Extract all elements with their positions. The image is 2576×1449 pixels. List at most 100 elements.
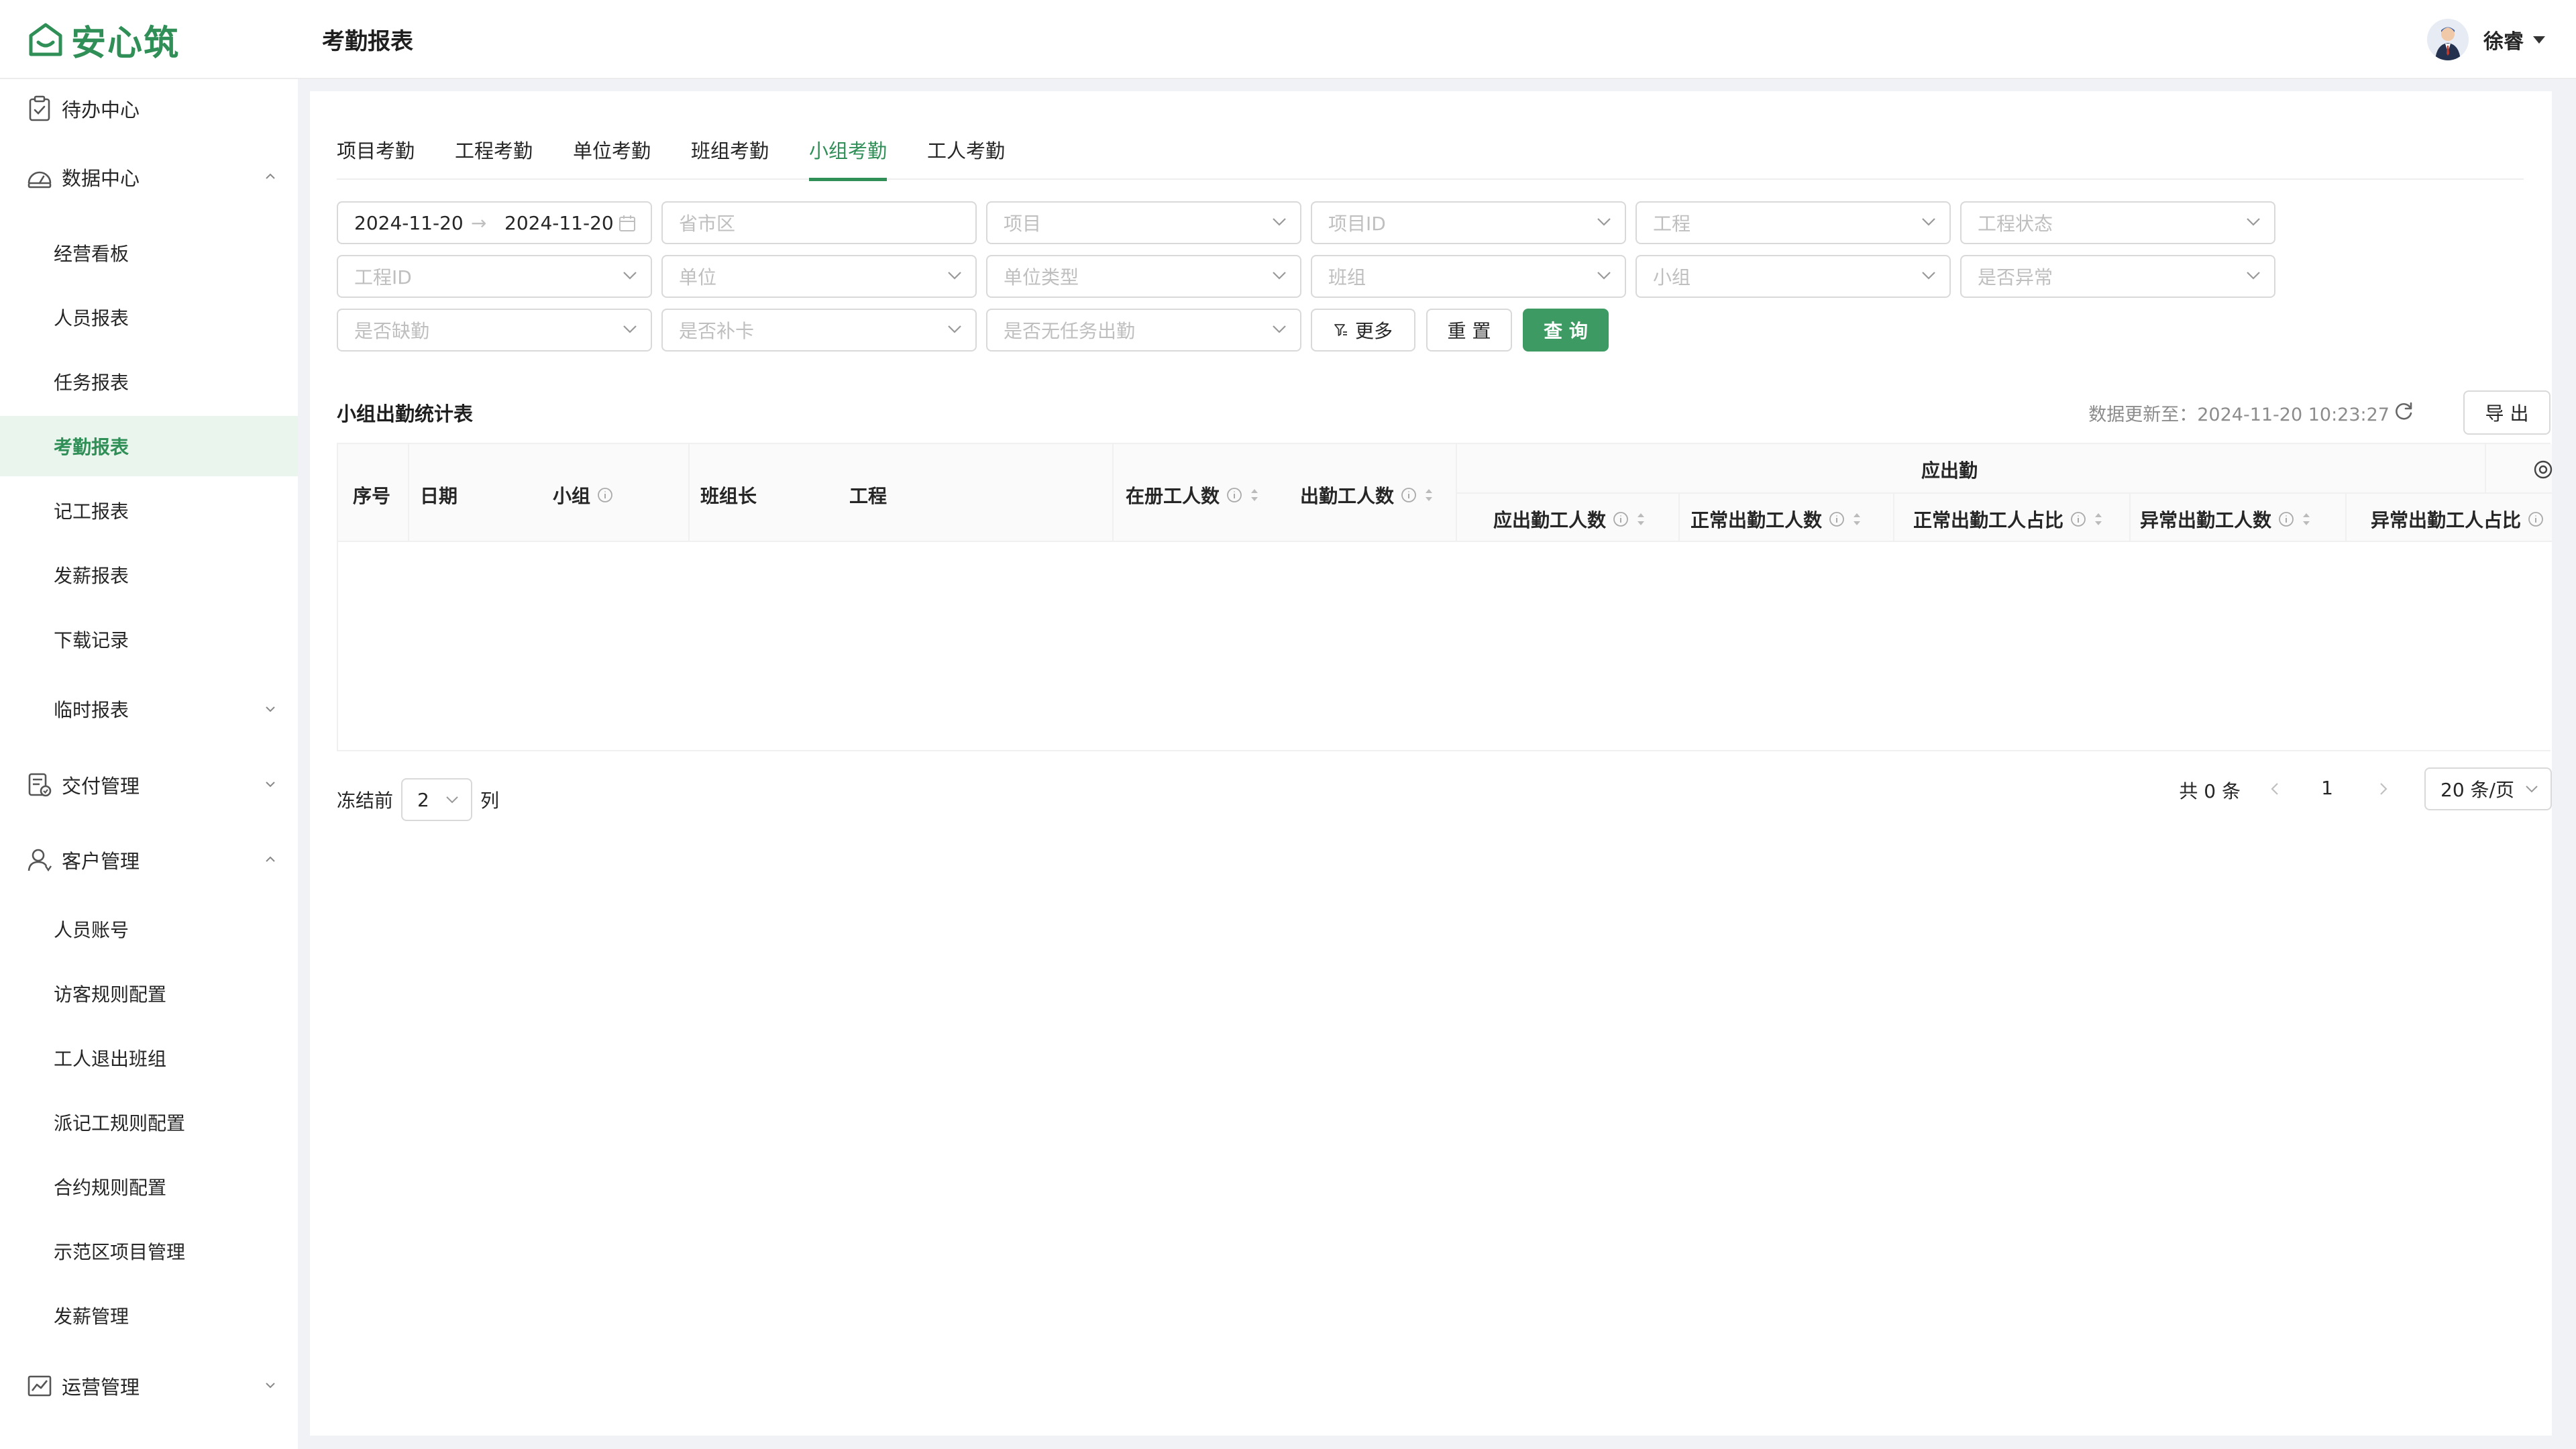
sort-icon[interactable] <box>1249 486 1260 504</box>
absent-select[interactable]: 是否缺勤 <box>337 309 652 352</box>
sidebar-item-dashboard[interactable]: 经营看板 <box>0 223 298 283</box>
logo[interactable]: 安心筑 <box>25 16 180 64</box>
sidebar-item-temp-report[interactable]: 临时报表 <box>0 679 298 739</box>
chevron-down-icon <box>2247 218 2260 226</box>
unit-type-placeholder: 单位类型 <box>1004 266 1079 288</box>
column-header-attended[interactable]: 出勤工人数 <box>1300 482 1434 508</box>
abnormal-select[interactable]: 是否异常 <box>1960 255 2275 298</box>
sort-icon[interactable] <box>1851 510 1862 529</box>
column-header-engineering: 工程 <box>849 485 888 507</box>
sort-icon[interactable] <box>2093 510 2104 529</box>
sidebar-group-customer[interactable]: 客户管理 <box>0 832 298 888</box>
unit-select[interactable]: 单位 <box>661 255 977 298</box>
query-button[interactable]: 查 询 <box>1523 309 1609 352</box>
sidebar-group-ops[interactable]: 运营管理 <box>0 1358 298 1414</box>
table-body-empty <box>338 542 2552 750</box>
sidebar-item-task-report[interactable]: 任务报表 <box>0 352 298 412</box>
sidebar-item-demo-zone-projects[interactable]: 示范区项目管理 <box>0 1221 298 1281</box>
sidebar-item-workload-report[interactable]: 记工报表 <box>0 480 298 541</box>
info-icon[interactable] <box>2070 511 2086 527</box>
sidebar-item-label: 合约规则配置 <box>54 1177 167 1199</box>
page-size-select[interactable]: 20 条/页 <box>2424 767 2552 810</box>
makeup-punch-select[interactable]: 是否补卡 <box>661 309 977 352</box>
export-button[interactable]: 导 出 <box>2463 390 2551 435</box>
info-icon[interactable] <box>1613 511 1629 527</box>
no-task-attendance-select[interactable]: 是否无任务出勤 <box>986 309 1301 352</box>
sidebar-item-personnel-report[interactable]: 人员报表 <box>0 287 298 347</box>
sidebar-item-payroll-report[interactable]: 发薪报表 <box>0 545 298 605</box>
info-icon[interactable] <box>1829 511 1845 527</box>
team-select[interactable]: 班组 <box>1311 255 1626 298</box>
sidebar-item-download-records[interactable]: 下载记录 <box>0 609 298 669</box>
sidebar-item-attendance-report[interactable]: 考勤报表 <box>0 416 298 476</box>
sidebar-item-contract-rules[interactable]: 合约规则配置 <box>0 1157 298 1217</box>
sidebar-item-label: 下载记录 <box>54 629 129 651</box>
column-header-label: 出勤工人数 <box>1300 485 1395 507</box>
no-task-attendance-placeholder: 是否无任务出勤 <box>1004 320 1136 342</box>
logo-icon <box>29 23 62 56</box>
sort-icon[interactable] <box>2301 510 2312 529</box>
column-divider <box>2485 444 2486 492</box>
chevron-down-icon <box>623 272 637 280</box>
unit-placeholder: 单位 <box>679 266 717 288</box>
tab-engineering-attendance[interactable]: 工程考勤 <box>455 126 533 180</box>
chevron-down-icon <box>266 706 275 712</box>
sidebar-item-worker-exit-team[interactable]: 工人退出班组 <box>0 1028 298 1088</box>
column-group-due-attendance: 应出勤 <box>1921 460 1978 482</box>
arrow-right-icon: → <box>471 211 487 234</box>
sidebar-group-todo[interactable]: 待办中心 <box>0 80 298 137</box>
tab-project-attendance[interactable]: 项目考勤 <box>337 126 415 180</box>
date-range-picker[interactable]: 2024-11-20 → 2024-11-20 <box>337 201 652 244</box>
column-divider <box>1112 444 1114 542</box>
avatar[interactable] <box>2427 19 2469 60</box>
date-end[interactable]: 2024-11-20 <box>504 212 614 234</box>
logo-text: 安心筑 <box>71 23 180 64</box>
tab-unit-attendance[interactable]: 单位考勤 <box>573 126 651 180</box>
sidebar-group-delivery[interactable]: 交付管理 <box>0 757 298 813</box>
sidebar-item-accounts[interactable]: 人员账号 <box>0 899 298 959</box>
info-icon[interactable] <box>597 487 613 503</box>
info-icon[interactable] <box>1401 487 1417 503</box>
chevron-right-icon[interactable] <box>2375 781 2391 797</box>
engineering-select[interactable]: 工程 <box>1635 201 1951 244</box>
column-header-abnormal-workers[interactable]: 异常出勤工人数 <box>2140 506 2312 533</box>
column-divider <box>408 444 409 542</box>
column-header-normal-workers[interactable]: 正常出勤工人数 <box>1690 506 1862 533</box>
date-start[interactable]: 2024-11-20 <box>354 212 464 234</box>
project-id-select[interactable]: 项目ID <box>1311 201 1626 244</box>
sort-icon[interactable] <box>1635 510 1646 529</box>
engineering-status-select[interactable]: 工程状态 <box>1960 201 2275 244</box>
sidebar-group-data[interactable]: 数据中心 <box>0 149 298 205</box>
top-bar: 安心筑 考勤报表 徐睿 <box>0 0 2576 79</box>
reset-button[interactable]: 重 置 <box>1426 309 1512 352</box>
group-select[interactable]: 小组 <box>1635 255 1951 298</box>
info-icon[interactable] <box>2528 511 2544 527</box>
sidebar-item-visitor-rules[interactable]: 访客规则配置 <box>0 963 298 1024</box>
column-header-registered[interactable]: 在册工人数 <box>1126 482 1260 508</box>
tab-worker-attendance[interactable]: 工人考勤 <box>927 126 1005 180</box>
column-header-normal-ratio[interactable]: 正常出勤工人占比 <box>1913 506 2104 533</box>
report-tabs: 项目考勤 工程考勤 单位考勤 班组考勤 小组考勤 工人考勤 <box>337 126 2524 181</box>
region-cascader[interactable]: 省市区 <box>661 201 977 244</box>
more-filters-button[interactable]: 更多 <box>1311 309 1415 352</box>
engineering-id-select[interactable]: 工程ID <box>337 255 652 298</box>
info-icon[interactable] <box>1226 487 1242 503</box>
freeze-columns-select[interactable]: 2 <box>401 778 473 821</box>
unit-type-select[interactable]: 单位类型 <box>986 255 1301 298</box>
page-number-current[interactable]: 1 <box>2321 777 2333 799</box>
chevron-left-icon[interactable] <box>2267 781 2284 797</box>
column-header-abnormal-ratio[interactable]: 异常出勤工人占比 <box>2371 506 2544 533</box>
info-icon[interactable] <box>2278 511 2294 527</box>
column-header-due-workers[interactable]: 应出勤工人数 <box>1493 506 1646 533</box>
project-select[interactable]: 项目 <box>986 201 1301 244</box>
sort-icon[interactable] <box>1424 486 1434 504</box>
tab-team-attendance[interactable]: 班组考勤 <box>691 126 769 180</box>
sidebar-item-dispatch-rules[interactable]: 派记工规则配置 <box>0 1092 298 1152</box>
sidebar-item-payroll-management[interactable]: 发薪管理 <box>0 1285 298 1346</box>
tab-group-attendance[interactable]: 小组考勤 <box>809 126 888 181</box>
settings-icon[interactable] <box>2532 458 2555 481</box>
user-menu[interactable]: 徐睿 <box>2427 17 2545 62</box>
column-divider <box>2129 494 2131 542</box>
sidebar-group-label: 数据中心 <box>62 167 140 190</box>
refresh-icon[interactable] <box>2392 400 2415 423</box>
